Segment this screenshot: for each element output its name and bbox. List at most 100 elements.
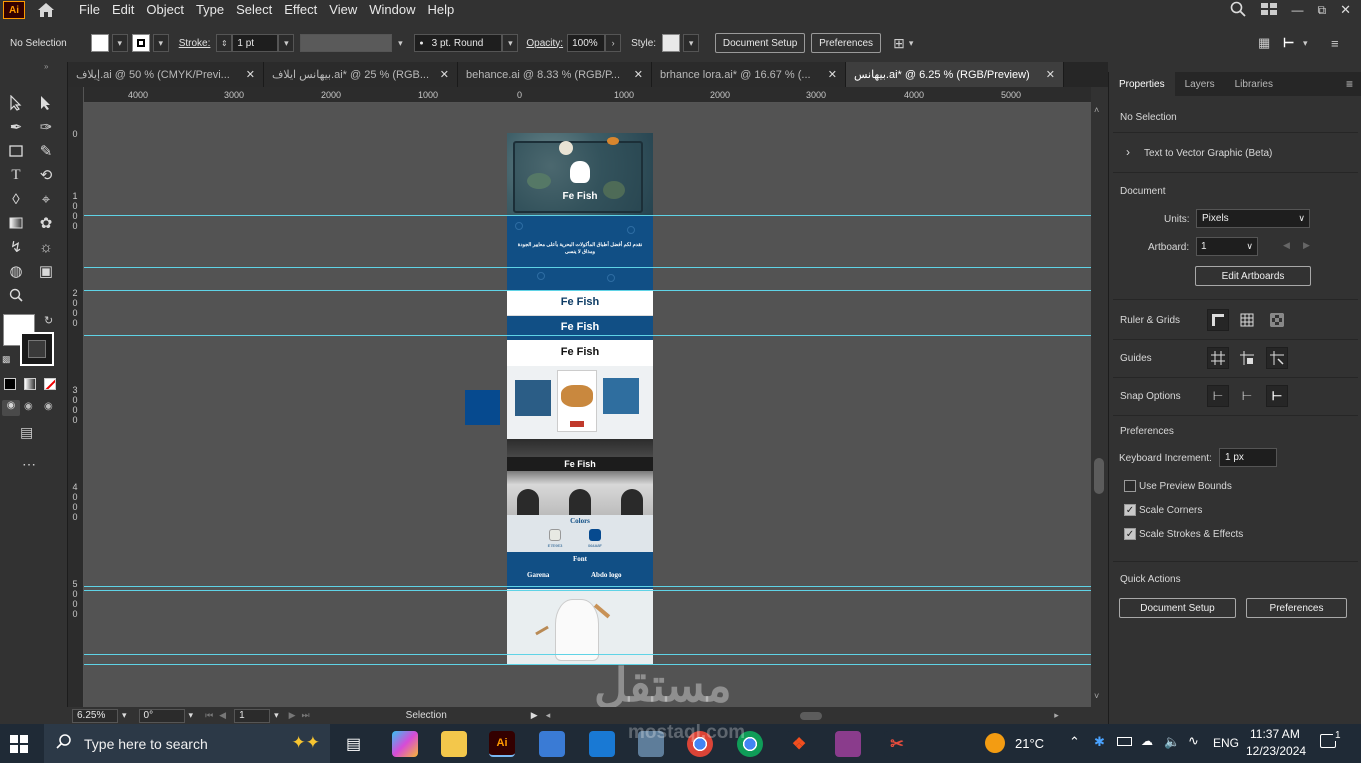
snap-pixel-icon[interactable]: ⊢ bbox=[1283, 35, 1294, 51]
microsoft-store-icon[interactable] bbox=[539, 731, 565, 757]
preferences-button[interactable]: Preferences bbox=[811, 33, 882, 53]
panel-menu-icon[interactable]: ≡ bbox=[1331, 36, 1339, 51]
show-guides-icon[interactable] bbox=[1207, 347, 1229, 369]
hscroll-right-icon[interactable]: ▸ bbox=[1054, 710, 1059, 721]
units-select[interactable]: Pixels ∨ bbox=[1196, 209, 1310, 228]
home-icon[interactable] bbox=[35, 1, 57, 19]
panel-collapse-icon[interactable]: » bbox=[44, 62, 48, 71]
weather-icon[interactable] bbox=[985, 733, 1005, 753]
text-to-vector-label[interactable]: Text to Vector Graphic (Beta) bbox=[1144, 148, 1272, 159]
variable-width-dropdown[interactable]: ▾ bbox=[392, 34, 409, 52]
lasso-tool-icon[interactable]: ⌖ bbox=[34, 188, 58, 210]
horizontal-scrollbar[interactable] bbox=[554, 709, 1054, 723]
tray-chevron-icon[interactable]: ⌃ bbox=[1069, 734, 1080, 750]
document-setup-button[interactable]: Document Setup bbox=[715, 33, 806, 53]
snipping-tool-icon[interactable]: ✂ bbox=[884, 731, 910, 757]
snap-to-point-icon[interactable]: ⊢ bbox=[1207, 385, 1229, 407]
copilot-icon[interactable] bbox=[392, 731, 418, 757]
color-mode-icon[interactable] bbox=[4, 378, 16, 390]
status-menu-arrow[interactable]: ▶ bbox=[531, 710, 538, 721]
menu-file[interactable]: File bbox=[73, 1, 106, 19]
canvas[interactable]: Fe Fish نقدم لكم أفضل أطباق المأكولات ال… bbox=[84, 103, 1091, 707]
guide-line[interactable] bbox=[84, 664, 1091, 665]
tab-document-3[interactable]: behance.ai @ 8.33 % (RGB/P... ✕ bbox=[458, 62, 652, 87]
grid-icon[interactable] bbox=[1236, 309, 1258, 331]
weather-temp[interactable]: 21°C bbox=[1015, 736, 1044, 751]
hscroll-left-icon[interactable]: ◂ bbox=[546, 710, 551, 721]
vertical-ruler[interactable]: 0 1 0 0 0 2 0 0 0 3 0 0 0 4 0 0 0 5 0 0 … bbox=[68, 87, 84, 707]
workspace-icon[interactable] bbox=[1260, 2, 1278, 19]
screen-mode-icon[interactable]: ▤ bbox=[20, 424, 33, 441]
close-tab-icon[interactable]: ✕ bbox=[236, 68, 255, 81]
rectangle-tool-icon[interactable] bbox=[4, 140, 28, 162]
rotate-tool-icon[interactable]: ⟲ bbox=[34, 164, 58, 186]
brush-field[interactable]: ● 3 pt. Round bbox=[414, 34, 503, 52]
close-tab-icon[interactable]: ✕ bbox=[430, 68, 449, 81]
artboard-number-field[interactable]: 1 bbox=[234, 708, 271, 723]
close-tab-icon[interactable]: ✕ bbox=[1036, 68, 1055, 81]
windows-start-icon[interactable] bbox=[10, 735, 28, 756]
panel-options-icon[interactable]: ≡ bbox=[1346, 77, 1353, 91]
tab-document-2[interactable]: بيهانس ايلاف.ai* @ 25 % (RGB... ✕ bbox=[264, 62, 458, 87]
minimize-icon[interactable]: — bbox=[1292, 3, 1304, 17]
style-swatch[interactable] bbox=[662, 34, 681, 52]
network-icon[interactable]: ☁ bbox=[1141, 734, 1153, 748]
search-icon[interactable] bbox=[1230, 1, 1246, 20]
artboard-select[interactable]: 1 ∨ bbox=[1196, 237, 1258, 256]
arrange-icon[interactable]: ▦ bbox=[1258, 35, 1270, 51]
scrollbar-thumb[interactable] bbox=[1094, 458, 1104, 494]
lock-guides-icon[interactable] bbox=[1236, 347, 1258, 369]
restore-icon[interactable]: ⧉ bbox=[1318, 3, 1327, 18]
transparency-grid-icon[interactable] bbox=[1266, 309, 1288, 331]
rotation-field[interactable]: 0° bbox=[138, 708, 185, 723]
menu-window[interactable]: Window bbox=[363, 1, 421, 19]
mail-icon[interactable] bbox=[589, 731, 615, 757]
menu-select[interactable]: Select bbox=[230, 1, 278, 19]
first-artboard-icon[interactable]: ⏮ bbox=[205, 710, 213, 721]
menu-edit[interactable]: Edit bbox=[106, 1, 140, 19]
guide-line[interactable] bbox=[84, 290, 1091, 291]
zoom-tool-icon[interactable] bbox=[4, 284, 28, 306]
draw-behind-icon[interactable]: ◉ bbox=[24, 401, 33, 412]
illustrator-taskbar-icon[interactable]: Ai bbox=[489, 731, 515, 757]
close-tab-icon[interactable]: ✕ bbox=[818, 68, 837, 81]
blue-square-shape[interactable] bbox=[465, 390, 500, 425]
shape-builder-tool-icon[interactable]: ◍ bbox=[4, 260, 28, 282]
zoom-dropdown[interactable]: ▾ bbox=[122, 710, 127, 721]
type-tool-icon[interactable]: T bbox=[4, 164, 28, 186]
guide-line[interactable] bbox=[84, 215, 1091, 216]
gradient-tool-icon[interactable] bbox=[4, 212, 28, 234]
next-artboard-icon[interactable]: ▶ bbox=[289, 710, 296, 721]
quick-preferences-button[interactable]: Preferences bbox=[1246, 598, 1347, 618]
transform-dropdown[interactable]: ▾ bbox=[909, 38, 914, 49]
bluetooth-icon[interactable]: ✱ bbox=[1094, 734, 1105, 750]
swap-fill-stroke-icon[interactable]: ↻ bbox=[44, 314, 53, 327]
draw-normal-icon[interactable]: ◉ bbox=[2, 400, 20, 416]
guide-line[interactable] bbox=[84, 335, 1091, 336]
stroke-weight-dropdown[interactable]: ▾ bbox=[278, 34, 295, 52]
tab-document-5[interactable]: بيهانس.ai* @ 6.25 % (RGB/Preview) ✕ bbox=[846, 62, 1064, 87]
puppet-warp-tool-icon[interactable]: ✿ bbox=[34, 212, 58, 234]
fill-swatch[interactable] bbox=[90, 34, 109, 52]
guide-line[interactable] bbox=[84, 654, 1091, 655]
brush-dropdown[interactable]: ▾ bbox=[502, 34, 519, 52]
stroke-stepper[interactable]: ⇕ bbox=[216, 34, 233, 52]
scroll-up-icon[interactable]: ˄ bbox=[1094, 105, 1099, 115]
smart-guides-icon[interactable] bbox=[1266, 347, 1288, 369]
edit-artboards-button[interactable]: Edit Artboards bbox=[1195, 266, 1311, 286]
rotation-dropdown[interactable]: ▾ bbox=[189, 710, 194, 721]
scale-corners-checkbox[interactable]: ✓ bbox=[1124, 504, 1136, 516]
none-mode-icon[interactable] bbox=[44, 378, 56, 390]
guide-line[interactable] bbox=[84, 590, 1091, 591]
artboard-tool-icon[interactable]: ▣ bbox=[34, 260, 58, 282]
variable-width-field[interactable] bbox=[300, 34, 393, 52]
taskbar-search[interactable]: Type here to search ✦✦ bbox=[44, 724, 330, 763]
transform-icon[interactable]: ⊞ bbox=[893, 35, 905, 52]
last-artboard-icon[interactable]: ⏭ bbox=[302, 710, 310, 721]
language-indicator[interactable]: ENG bbox=[1213, 736, 1239, 750]
menu-help[interactable]: Help bbox=[421, 1, 460, 19]
clock-date[interactable]: 12/23/2024 bbox=[1246, 744, 1306, 758]
volume-icon[interactable]: 🔈 bbox=[1164, 734, 1180, 750]
stroke-color-box[interactable] bbox=[20, 332, 54, 366]
battery-icon[interactable] bbox=[1117, 737, 1132, 746]
